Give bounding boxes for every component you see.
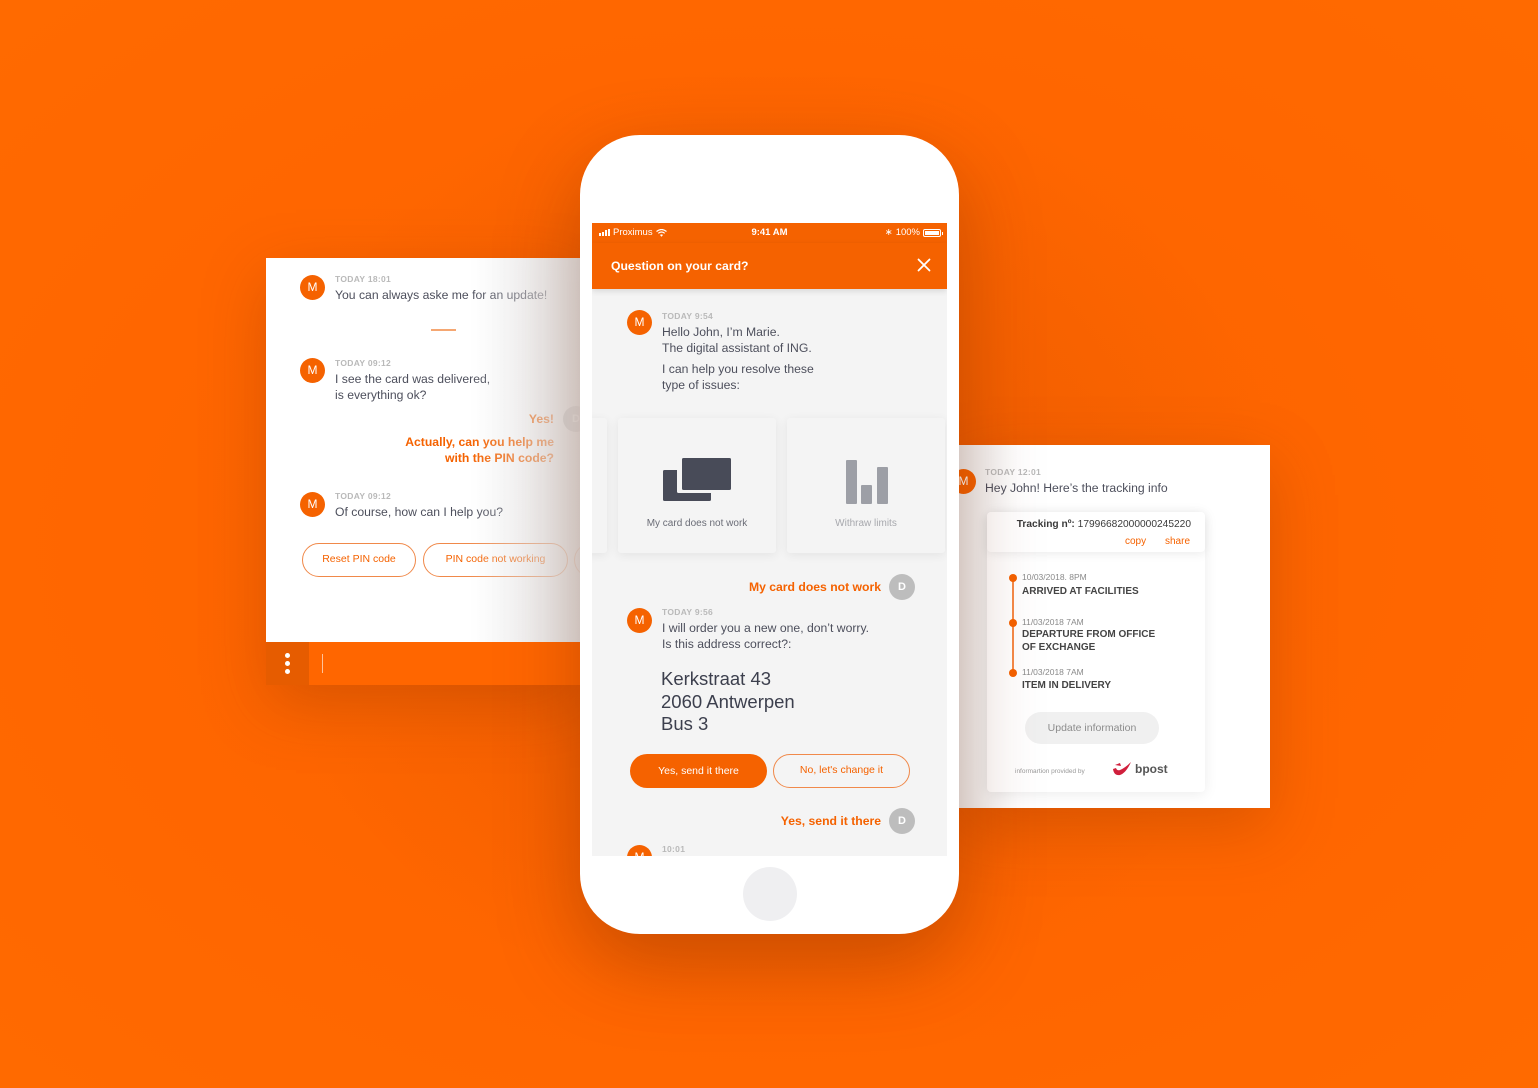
change-address-button[interactable]: No, let's change it <box>773 754 910 788</box>
tracking-header: Tracking nº: 17996682000000245220 copy s… <box>987 512 1205 552</box>
provided-by-label: informartion provided by <box>1015 768 1085 775</box>
message-timestamp: TODAY 09:12 <box>335 491 392 501</box>
timeline-date: 11/03/2018 7AM <box>1022 617 1084 627</box>
battery-icon <box>923 228 943 237</box>
user-message: My card does not work <box>748 580 881 594</box>
battery-percent: 100% <box>895 227 920 238</box>
option-label: My card does not work <box>646 518 748 529</box>
assistant-message: Hello John, I’m Marie. The digital assis… <box>662 325 814 393</box>
timeline-dot <box>1009 619 1017 627</box>
home-button[interactable] <box>743 867 797 921</box>
left-chat-panel: M TODAY 18:01 You can always aske me for… <box>266 258 580 685</box>
message-line: I can help you resolve these <box>662 362 814 376</box>
message-timestamp: TODAY 12:01 <box>985 467 1042 477</box>
timeline-date: 11/03/2018 7AM <box>1022 667 1084 677</box>
date-divider <box>431 329 456 331</box>
confirm-address-button[interactable]: Yes, send it there <box>630 754 767 788</box>
timeline-status: DEPARTURE FROM OFFICE OF EXCHANGE <box>1022 629 1155 654</box>
message-line: I will order you a new one, don’t worry. <box>662 621 870 635</box>
option-label: Withraw limits <box>835 518 897 529</box>
message-timestamp: TODAY 9:56 <box>662 607 714 617</box>
provider-name: bpost <box>1135 762 1168 776</box>
user-message: Yes! <box>528 412 554 426</box>
chat-input-bar <box>266 642 580 685</box>
option-card-withdraw-limits[interactable]: Withraw limits <box>787 418 945 553</box>
assistant-avatar: M <box>627 845 652 856</box>
message-line: Actually, can you help me <box>405 435 554 449</box>
status-bar: Proximus 9:41 AM ∗ 100% <box>592 223 947 243</box>
status-line: OF EXCHANGE <box>1022 641 1096 653</box>
tracking-number: Tracking nº: 17996682000000245220 <box>1017 519 1191 530</box>
assistant-avatar: M <box>627 310 652 335</box>
close-icon[interactable] <box>915 256 933 274</box>
tracking-card: Tracking nº: 17996682000000245220 copy s… <box>987 512 1205 792</box>
timeline-dot <box>1009 574 1017 582</box>
message-line: type of issues: <box>662 377 740 392</box>
right-tracking-panel: M TODAY 12:01 Hey John! Here’s the track… <box>958 445 1270 808</box>
address-line: Bus 3 <box>661 713 709 734</box>
user-avatar: D <box>889 808 915 834</box>
more-vertical-icon[interactable] <box>266 642 309 685</box>
assistant-avatar: M <box>300 358 325 383</box>
bpost-icon <box>1113 762 1131 776</box>
assistant-avatar: M <box>300 492 325 517</box>
assistant-message: Of course, how can I help you? <box>335 505 504 519</box>
assistant-message: I will order you a new one, don’t worry.… <box>662 621 869 652</box>
assistant-message: You can always aske me for an update! <box>335 288 548 302</box>
user-avatar: D <box>889 574 915 600</box>
message-line: is everything ok? <box>335 387 427 402</box>
share-link[interactable]: share <box>1165 536 1190 547</box>
user-message: Yes, send it there <box>780 814 881 828</box>
assistant-message: I see the card was delivered, is everyth… <box>335 372 490 403</box>
assistant-avatar: M <box>958 469 976 494</box>
page-title: Question on your card? <box>611 259 749 273</box>
address-line: 2060 Antwerpen <box>661 690 795 712</box>
message-timestamp: TODAY 18:01 <box>335 274 392 284</box>
timeline-status: ITEM IN DELIVERY <box>1022 680 1112 691</box>
option-card-card-not-working[interactable]: My card does not work <box>618 418 776 553</box>
address-line: Kerkstraat 43 <box>661 668 772 689</box>
message-line: Hello John, I’m Marie. <box>662 325 780 339</box>
message-timestamp: 10:01 <box>662 844 686 854</box>
message-line: with the PIN code? <box>444 450 554 465</box>
timeline-date: 10/03/2018. 8PM <box>1022 572 1087 582</box>
bar-chart-icon <box>846 460 888 504</box>
assistant-avatar: M <box>627 608 652 633</box>
tracking-label: Tracking nº: <box>1016 519 1075 530</box>
timeline-dot <box>1009 669 1017 677</box>
message-line: Is this address correct?: <box>662 636 792 651</box>
status-line: DEPARTURE FROM OFFICE <box>1022 629 1156 640</box>
status-right: ∗ 100% <box>884 227 943 238</box>
message-line: The digital assistant of ING. <box>662 340 812 355</box>
message-timestamp: TODAY 09:12 <box>335 358 392 368</box>
timeline-status: ARRIVED AT FACILITIES <box>1022 586 1139 597</box>
copy-link[interactable]: copy <box>1125 536 1146 547</box>
chat-input-field[interactable] <box>322 654 323 673</box>
assistant-message: Hey John! Here’s the tracking info <box>985 481 1168 495</box>
bpost-logo: bpost <box>1111 760 1168 778</box>
message-line: I see the card was delivered, <box>335 372 491 386</box>
user-avatar: D <box>563 406 580 432</box>
app-header: Question on your card? <box>592 243 947 289</box>
option-card-previous[interactable] <box>592 418 607 553</box>
quick-reply-reset-pin[interactable]: Reset PIN code <box>302 543 416 577</box>
cards-icon <box>663 458 731 501</box>
message-timestamp: TODAY 9:54 <box>662 311 714 321</box>
update-information-button[interactable]: Update information <box>1025 712 1159 744</box>
phone-mockup: Proximus 9:41 AM ∗ 100% Question on your… <box>580 135 959 934</box>
user-message: Actually, can you help me with the PIN c… <box>405 435 554 466</box>
assistant-avatar: M <box>300 275 325 300</box>
address-block: Kerkstraat 43 2060 Antwerpen Bus 3 <box>661 668 795 736</box>
bluetooth-icon: ∗ <box>884 227 893 238</box>
quick-reply-pin-not-working[interactable]: PIN code not working <box>423 543 568 577</box>
phone-screen: Proximus 9:41 AM ∗ 100% Question on your… <box>592 223 947 856</box>
tracking-value: 17996682000000245220 <box>1077 519 1191 530</box>
